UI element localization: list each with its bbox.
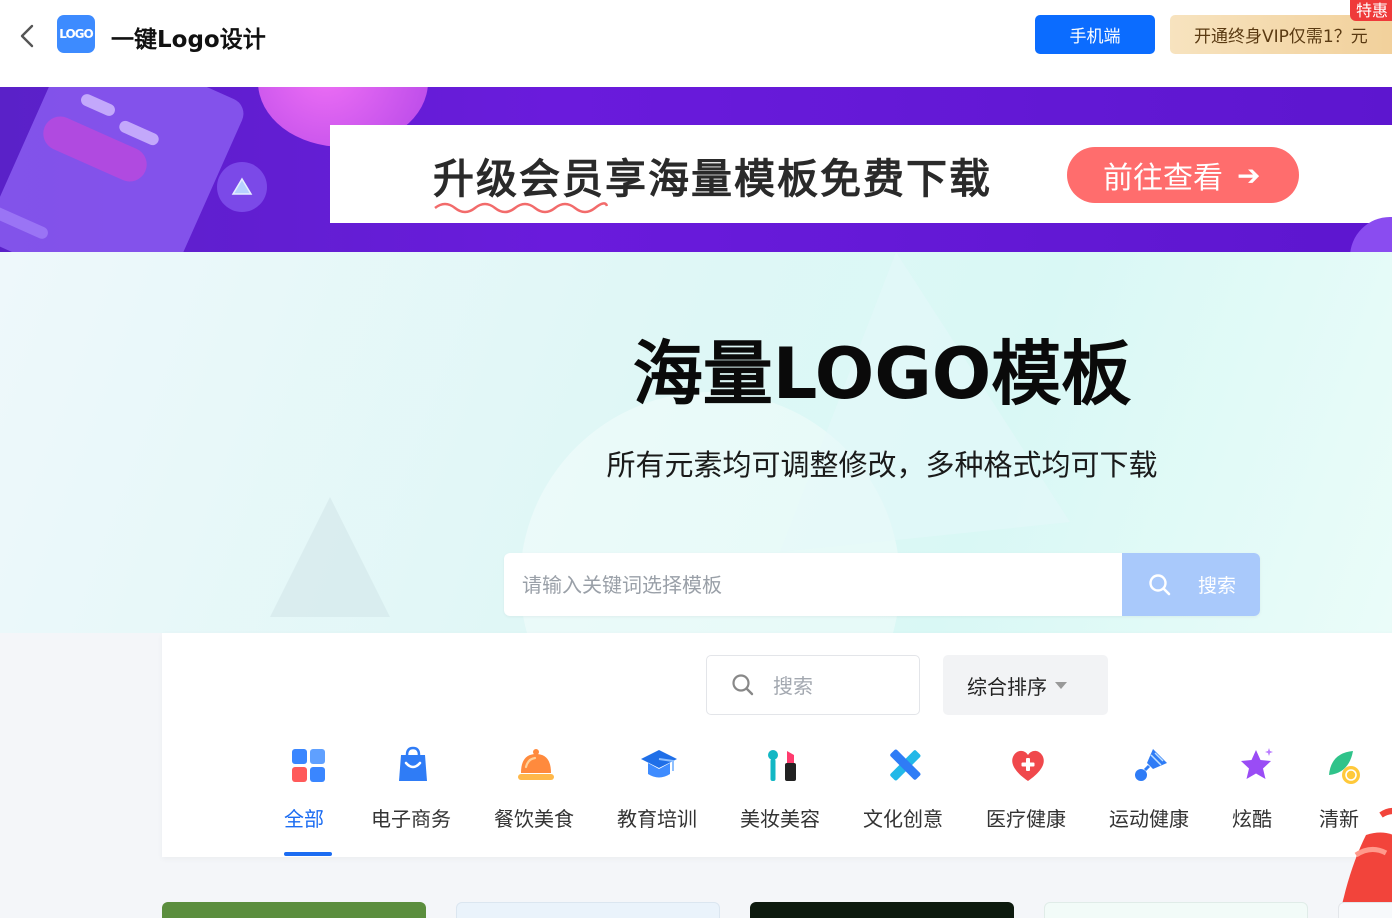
filter-search-input[interactable]: [773, 666, 913, 706]
category-label: 教育培训: [617, 807, 697, 831]
hero-title: 海量LOGO模板: [632, 333, 1132, 415]
grid-icon: [292, 749, 325, 782]
sort-dropdown-label: 综合排序: [967, 674, 1047, 699]
hero-decoration: [270, 497, 390, 617]
lipstick-icon: [768, 750, 796, 781]
category-sports[interactable]: 运动健康: [1109, 745, 1199, 855]
leaf-coin-icon: [1329, 751, 1360, 784]
category-beauty[interactable]: 美妆美容: [740, 745, 830, 855]
badminton-icon: [1135, 749, 1167, 781]
caret-down-icon: [1055, 681, 1067, 689]
app-logo: LOGO: [57, 15, 95, 53]
back-button[interactable]: [14, 22, 40, 50]
food-cloche-icon: [518, 749, 554, 780]
gift-ribbon-decoration: [1339, 808, 1392, 918]
hero-search-input[interactable]: [504, 553, 1122, 616]
triangle-icon: [231, 177, 253, 195]
category-culture[interactable]: 文化创意: [863, 745, 953, 855]
category-label: 电子商务: [371, 807, 451, 831]
template-card[interactable]: [1338, 902, 1392, 918]
category-label: 全部: [284, 807, 324, 831]
wave-underline-decoration: [434, 202, 608, 214]
category-cool[interactable]: 炫酷: [1232, 745, 1280, 855]
category-label: 餐饮美食: [494, 807, 574, 831]
sort-dropdown[interactable]: 综合排序: [943, 655, 1108, 715]
app-logo-text: LOGO: [59, 27, 93, 41]
active-category-indicator: [284, 852, 332, 856]
graduation-cap-icon: [641, 750, 677, 778]
hero-subtitle: 所有元素均可调整修改，多种格式均可下载: [606, 448, 1158, 482]
hero-search-bar: 搜索: [504, 553, 1260, 616]
banner-cta-label: 前往查看: [1103, 161, 1223, 196]
category-all[interactable]: 全部: [284, 745, 332, 855]
star-icon: [1241, 748, 1273, 779]
banner-cta-button[interactable]: 前往查看 ➔: [1067, 147, 1299, 203]
template-card[interactable]: [750, 902, 1014, 918]
category-label: 医疗健康: [986, 807, 1066, 831]
category-education[interactable]: 教育培训: [617, 745, 707, 855]
category-label: 美妆美容: [740, 807, 820, 831]
shopping-bag-icon: [399, 746, 427, 781]
template-card[interactable]: [1044, 902, 1308, 918]
page: LOGO 一键Logo设计 手机端 开通终身VIP仅需1？元 特惠 升级会员享海…: [0, 0, 1392, 918]
special-offer-badge: 特惠: [1350, 0, 1392, 21]
app-title: 一键Logo设计: [111, 27, 266, 53]
promo-banner[interactable]: 升级会员享海量模板免费下载 前往查看 ➔: [0, 87, 1392, 252]
hero-search-button[interactable]: 搜索: [1122, 553, 1260, 616]
search-icon: [732, 674, 754, 696]
category-label: 运动健康: [1109, 807, 1189, 831]
category-ecommerce[interactable]: 电子商务: [371, 745, 461, 855]
mobile-button[interactable]: 手机端: [1035, 15, 1155, 54]
arrow-right-icon: ➔: [1237, 158, 1261, 192]
search-icon: [1149, 573, 1171, 595]
template-card[interactable]: [456, 902, 720, 918]
chevron-left-icon: [20, 24, 34, 48]
category-label: 炫酷: [1232, 807, 1272, 831]
medical-heart-icon: [1012, 750, 1044, 781]
filter-search-box: [706, 655, 920, 715]
banner-triangle-decoration: [217, 162, 267, 212]
top-bar: LOGO 一键Logo设计 手机端 开通终身VIP仅需1？元 特惠: [0, 0, 1392, 87]
ruler-pencil-icon: [890, 749, 921, 781]
category-food[interactable]: 餐饮美食: [494, 745, 584, 855]
hero-search-button-label: 搜索: [1198, 575, 1237, 597]
category-medical[interactable]: 医疗健康: [986, 745, 1076, 855]
template-card[interactable]: [162, 902, 426, 918]
banner-headline: 升级会员享海量模板免费下载: [433, 155, 992, 203]
category-label: 文化创意: [863, 807, 943, 831]
